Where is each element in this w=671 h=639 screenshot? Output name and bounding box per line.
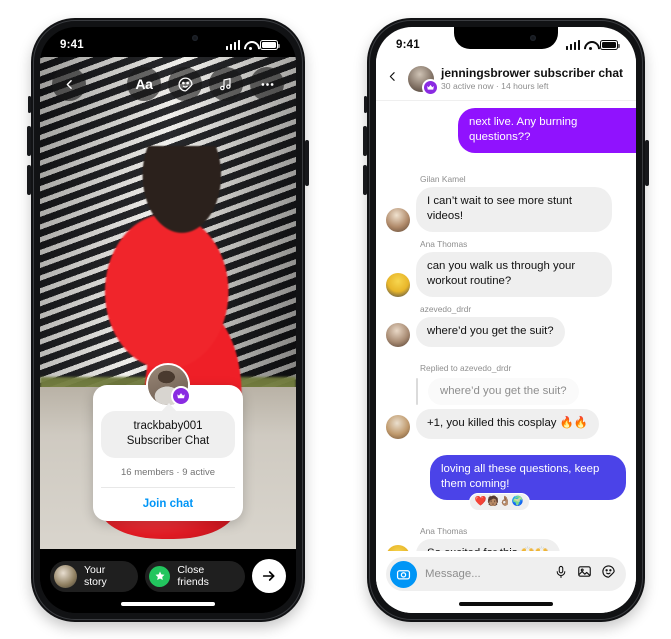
back-button[interactable]: [52, 67, 86, 101]
power-button[interactable]: [305, 140, 309, 186]
message-gap: [386, 511, 626, 519]
message-row-incoming: +1, you killed this cosplay 🔥🔥: [386, 409, 626, 439]
message-sender-name: azevedo_drdr: [420, 304, 472, 314]
chat-message-list[interactable]: next live. Any burning questions?? Gilan…: [376, 101, 636, 551]
message-gap: [386, 441, 626, 455]
status-indicators: [565, 40, 620, 50]
reply-context-label: Replied to azevedo_drdr: [420, 363, 512, 373]
message-row-outgoing: loving all these questions, keep them co…: [386, 455, 626, 511]
home-indicator: [459, 601, 553, 606]
battery-icon: [600, 40, 620, 50]
text-tool-button[interactable]: Aa: [127, 67, 161, 101]
your-story-label: Your story: [84, 564, 107, 588]
volume-up-button[interactable]: [363, 126, 367, 156]
close-friends-button[interactable]: Close friends: [145, 560, 245, 592]
subscriber-chat-card[interactable]: trackbaby001 Subscriber Chat 16 members …: [93, 363, 243, 521]
music-tool-button[interactable]: [209, 67, 243, 101]
volume-down-button[interactable]: [363, 165, 367, 195]
your-story-avatar: [54, 564, 77, 588]
chat-owner-name: trackbaby001: [133, 420, 203, 432]
photo-icon[interactable]: [577, 564, 592, 584]
avatar[interactable]: [386, 323, 410, 347]
card-bubble-tail: [161, 403, 177, 412]
message-bubble-blue[interactable]: loving all these questions, keep them co…: [430, 455, 626, 500]
message-row-outgoing: next live. Any burning questions??: [386, 108, 636, 153]
send-story-button[interactable]: [252, 559, 286, 593]
message-sender-name: Ana Thomas: [420, 239, 468, 249]
star-icon: [149, 565, 171, 587]
message-gap: [386, 349, 626, 363]
subscriber-chat-title: trackbaby001 Subscriber Chat: [101, 411, 235, 458]
right-status-bar: 9:41: [376, 27, 636, 57]
message-bubble-purple[interactable]: next live. Any burning questions??: [458, 108, 636, 153]
chat-title: jenningsbrower subscriber chat: [441, 65, 624, 80]
power-button[interactable]: [645, 140, 649, 186]
left-phone-device: 9:41 Aa trackbaby001 Subscriber Chat 16 …: [27, 18, 309, 622]
your-story-button[interactable]: Your story: [50, 560, 139, 592]
message-row-incoming: where’d you get the suit?: [386, 317, 626, 347]
message-bubble[interactable]: I can’t wait to see more stunt videos!: [416, 187, 612, 232]
message-bubble[interactable]: +1, you killed this cosplay 🔥🔥: [416, 409, 600, 439]
message-sender-name: Ana Thomas: [420, 525, 468, 536]
reply-quoted-text: where’d you get the suit?: [428, 378, 579, 405]
story-tools: Aa: [127, 67, 284, 101]
message-input-pill[interactable]: Message...: [386, 557, 626, 591]
message-sender-name: Gilan Kamel: [420, 174, 466, 184]
reaction-pill[interactable]: ❤️🧑🏽👌🏽🌍: [468, 493, 530, 511]
message-input-placeholder[interactable]: Message...: [425, 568, 546, 580]
avatar[interactable]: [386, 273, 410, 297]
reply-quote-block: where’d you get the suit?: [416, 378, 626, 405]
microphone-icon[interactable]: [554, 565, 568, 584]
silent-switch[interactable]: [364, 96, 367, 113]
home-indicator: [121, 601, 215, 606]
silent-switch[interactable]: [28, 96, 31, 113]
story-toolbar: Aa: [40, 67, 296, 101]
reply-indicator-bar: [416, 378, 418, 405]
sticker-icon[interactable]: [601, 564, 616, 584]
input-action-icons: [554, 564, 616, 584]
battery-icon: [260, 40, 280, 50]
avatar[interactable]: [408, 65, 439, 96]
left-phone-screen: 9:41 Aa trackbaby001 Subscriber Chat 16 …: [40, 27, 296, 613]
join-chat-button[interactable]: Join chat: [101, 488, 235, 521]
cellular-bars-icon: [565, 40, 580, 50]
crown-badge-icon: [422, 78, 439, 96]
message-row-incoming: can you walk us through your workout rou…: [386, 252, 626, 297]
sticker-tool-button[interactable]: [168, 67, 202, 101]
cellular-bars-icon: [225, 40, 240, 50]
wifi-icon: [584, 41, 596, 50]
close-friends-label: Close friends: [177, 564, 209, 588]
message-bubble[interactable]: can you walk us through your workout rou…: [416, 252, 612, 297]
volume-up-button[interactable]: [27, 126, 31, 156]
screenshot-canvas: 9:41 Aa trackbaby001 Subscriber Chat 16 …: [0, 0, 671, 639]
right-phone-screen: 9:41 jenningsbrower subscriber chat 30 a…: [376, 27, 636, 613]
status-time: 9:41: [396, 39, 420, 51]
more-options-button[interactable]: [250, 67, 284, 101]
camera-icon[interactable]: [390, 560, 417, 588]
message-gap: [386, 153, 626, 167]
volume-down-button[interactable]: [27, 165, 31, 195]
chat-header: jenningsbrower subscriber chat 30 active…: [376, 57, 636, 101]
message-bubble[interactable]: where’d you get the suit?: [416, 317, 565, 347]
status-indicators: [225, 40, 280, 50]
text-tool-label: Aa: [135, 76, 153, 92]
right-phone-device: 9:41 jenningsbrower subscriber chat 30 a…: [363, 18, 649, 622]
chat-header-text: jenningsbrower subscriber chat 30 active…: [441, 66, 623, 92]
avatar[interactable]: [386, 208, 410, 232]
back-chevron-icon[interactable]: [384, 69, 401, 89]
status-time: 9:41: [60, 39, 84, 51]
message-bubble[interactable]: So excited for this 🙌🙌: [416, 538, 561, 551]
chat-subtitle: 30 active now · 14 hours left: [441, 81, 549, 92]
chat-type-label: Subscriber Chat: [126, 435, 210, 447]
left-status-bar: 9:41: [40, 27, 296, 57]
avatar[interactable]: [386, 415, 410, 439]
avatar: [146, 363, 191, 407]
subscriber-chat-meta: 16 members · 9 active: [101, 458, 235, 488]
message-row-incoming: So excited for this 🙌🙌: [386, 538, 626, 551]
wifi-icon: [244, 41, 256, 50]
message-row-incoming: I can’t wait to see more stunt videos!: [386, 187, 626, 232]
